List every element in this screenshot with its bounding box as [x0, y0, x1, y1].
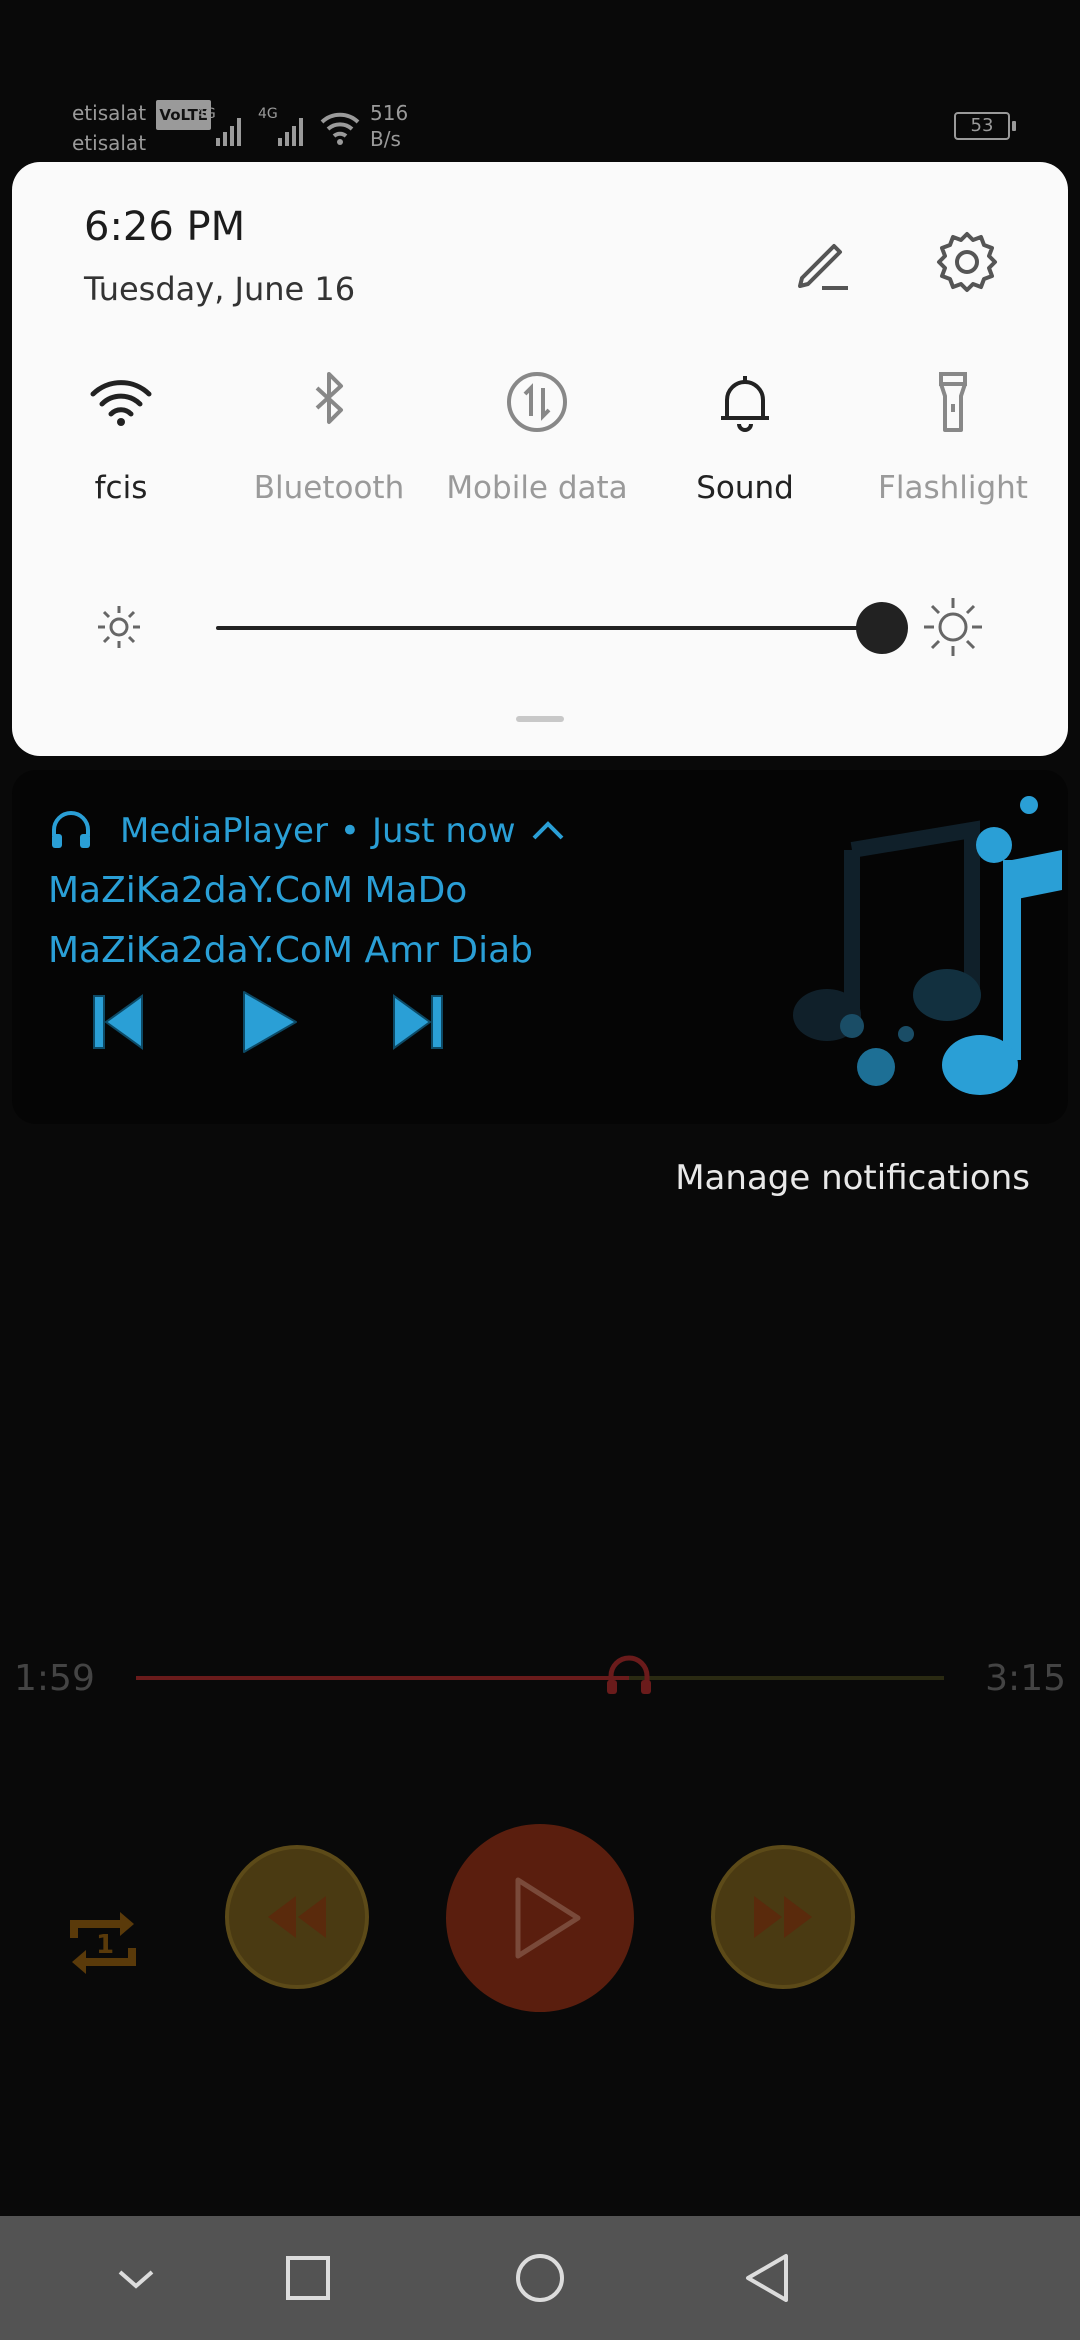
- brightness-slider-thumb[interactable]: [856, 602, 909, 654]
- wifi-icon: [90, 380, 152, 426]
- tile-flashlight-label: Flashlight: [878, 470, 1028, 506]
- network-1-label: 4G: [196, 106, 216, 122]
- tile-sound-label: Sound: [696, 470, 794, 506]
- carrier-2: etisalat: [72, 131, 147, 155]
- panel-drag-handle[interactable]: [516, 716, 564, 722]
- notification-time: Just now: [371, 811, 516, 851]
- quick-settings-panel: 6:26 PM Tuesday, June 16 fcis Bluetooth: [12, 162, 1068, 756]
- settings-gear-icon[interactable]: [927, 222, 1007, 302]
- recents-square-icon[interactable]: [268, 2238, 348, 2318]
- bell-icon: [721, 376, 769, 432]
- carrier-1: etisalat VoLTE: [72, 98, 212, 130]
- status-bar: etisalat VoLTE etisalat 4G 4G 516 B/s 53: [0, 90, 1080, 170]
- tile-flashlight[interactable]: Flashlight: [853, 362, 1053, 522]
- notification-header: MediaPlayer • Just now: [48, 806, 568, 856]
- date[interactable]: Tuesday, June 16: [84, 270, 355, 308]
- network-speed-unit: B/s: [370, 127, 401, 151]
- flashlight-icon: [939, 372, 967, 432]
- player-next-button[interactable]: [710, 1844, 856, 1990]
- progress-fill: [136, 1676, 629, 1680]
- tile-mobile-data[interactable]: Mobile data: [437, 362, 637, 522]
- progress-headphones-knob-icon[interactable]: [599, 1648, 659, 1708]
- previous-track-icon[interactable]: [84, 980, 154, 1060]
- brightness-low-icon: [98, 606, 140, 648]
- player-previous-button[interactable]: [224, 1844, 370, 1990]
- navigation-bar: [0, 2216, 1080, 2340]
- collapse-chevron-down-icon[interactable]: [96, 2238, 176, 2318]
- bluetooth-icon: [315, 372, 343, 424]
- mobile-data-icon: [507, 372, 567, 432]
- network-speed-value: 516: [370, 101, 409, 125]
- headphones-icon: [52, 811, 90, 848]
- playback-position: 1:59: [14, 1658, 95, 1699]
- back-triangle-icon[interactable]: [728, 2238, 808, 2318]
- brightness-track[interactable]: [216, 626, 896, 630]
- signal-2-icon: 4G: [258, 106, 303, 146]
- carrier-1-label: etisalat: [72, 101, 147, 125]
- network-speed: 516 B/s: [370, 100, 408, 152]
- tile-sound[interactable]: Sound: [645, 362, 845, 522]
- tile-mobile-data-label: Mobile data: [446, 470, 628, 506]
- next-track-icon[interactable]: [384, 980, 454, 1060]
- tile-wifi[interactable]: fcis: [21, 362, 221, 522]
- notification-track-artist: MaZiKa2daY.CoM Amr Diab: [48, 930, 534, 971]
- home-circle-icon[interactable]: [500, 2238, 580, 2318]
- brightness-row: [12, 582, 1068, 672]
- manage-notifications-button[interactable]: Manage notifications: [675, 1158, 1030, 1198]
- tile-bluetooth-label: Bluetooth: [253, 470, 405, 506]
- player-play-button[interactable]: [444, 1822, 636, 2014]
- repeat-one-icon[interactable]: 1: [58, 1898, 148, 1988]
- clock[interactable]: 6:26 PM: [84, 204, 245, 250]
- playback-duration: 3:15: [985, 1658, 1066, 1699]
- chevron-up-icon[interactable]: [528, 816, 568, 846]
- svg-text:1: 1: [96, 1930, 114, 1960]
- notification-separator: •: [339, 811, 360, 851]
- media-notification[interactable]: MediaPlayer • Just now MaZiKa2daY.CoM Ma…: [12, 770, 1068, 1124]
- edit-pencil-icon[interactable]: [782, 222, 862, 302]
- notification-app-name: MediaPlayer: [120, 811, 328, 851]
- brightness-high-icon: [924, 598, 982, 656]
- signal-1-icon: 4G: [196, 106, 241, 146]
- wifi-status-icon: [320, 112, 360, 145]
- music-notes-artwork: [793, 796, 1062, 1095]
- play-icon[interactable]: [234, 980, 304, 1060]
- network-2-label: 4G: [258, 106, 278, 122]
- battery-icon: 53: [954, 112, 1016, 140]
- notification-track-title: MaZiKa2daY.CoM MaDo: [48, 870, 468, 911]
- tile-wifi-label: fcis: [94, 470, 148, 506]
- tile-bluetooth[interactable]: Bluetooth: [229, 362, 429, 522]
